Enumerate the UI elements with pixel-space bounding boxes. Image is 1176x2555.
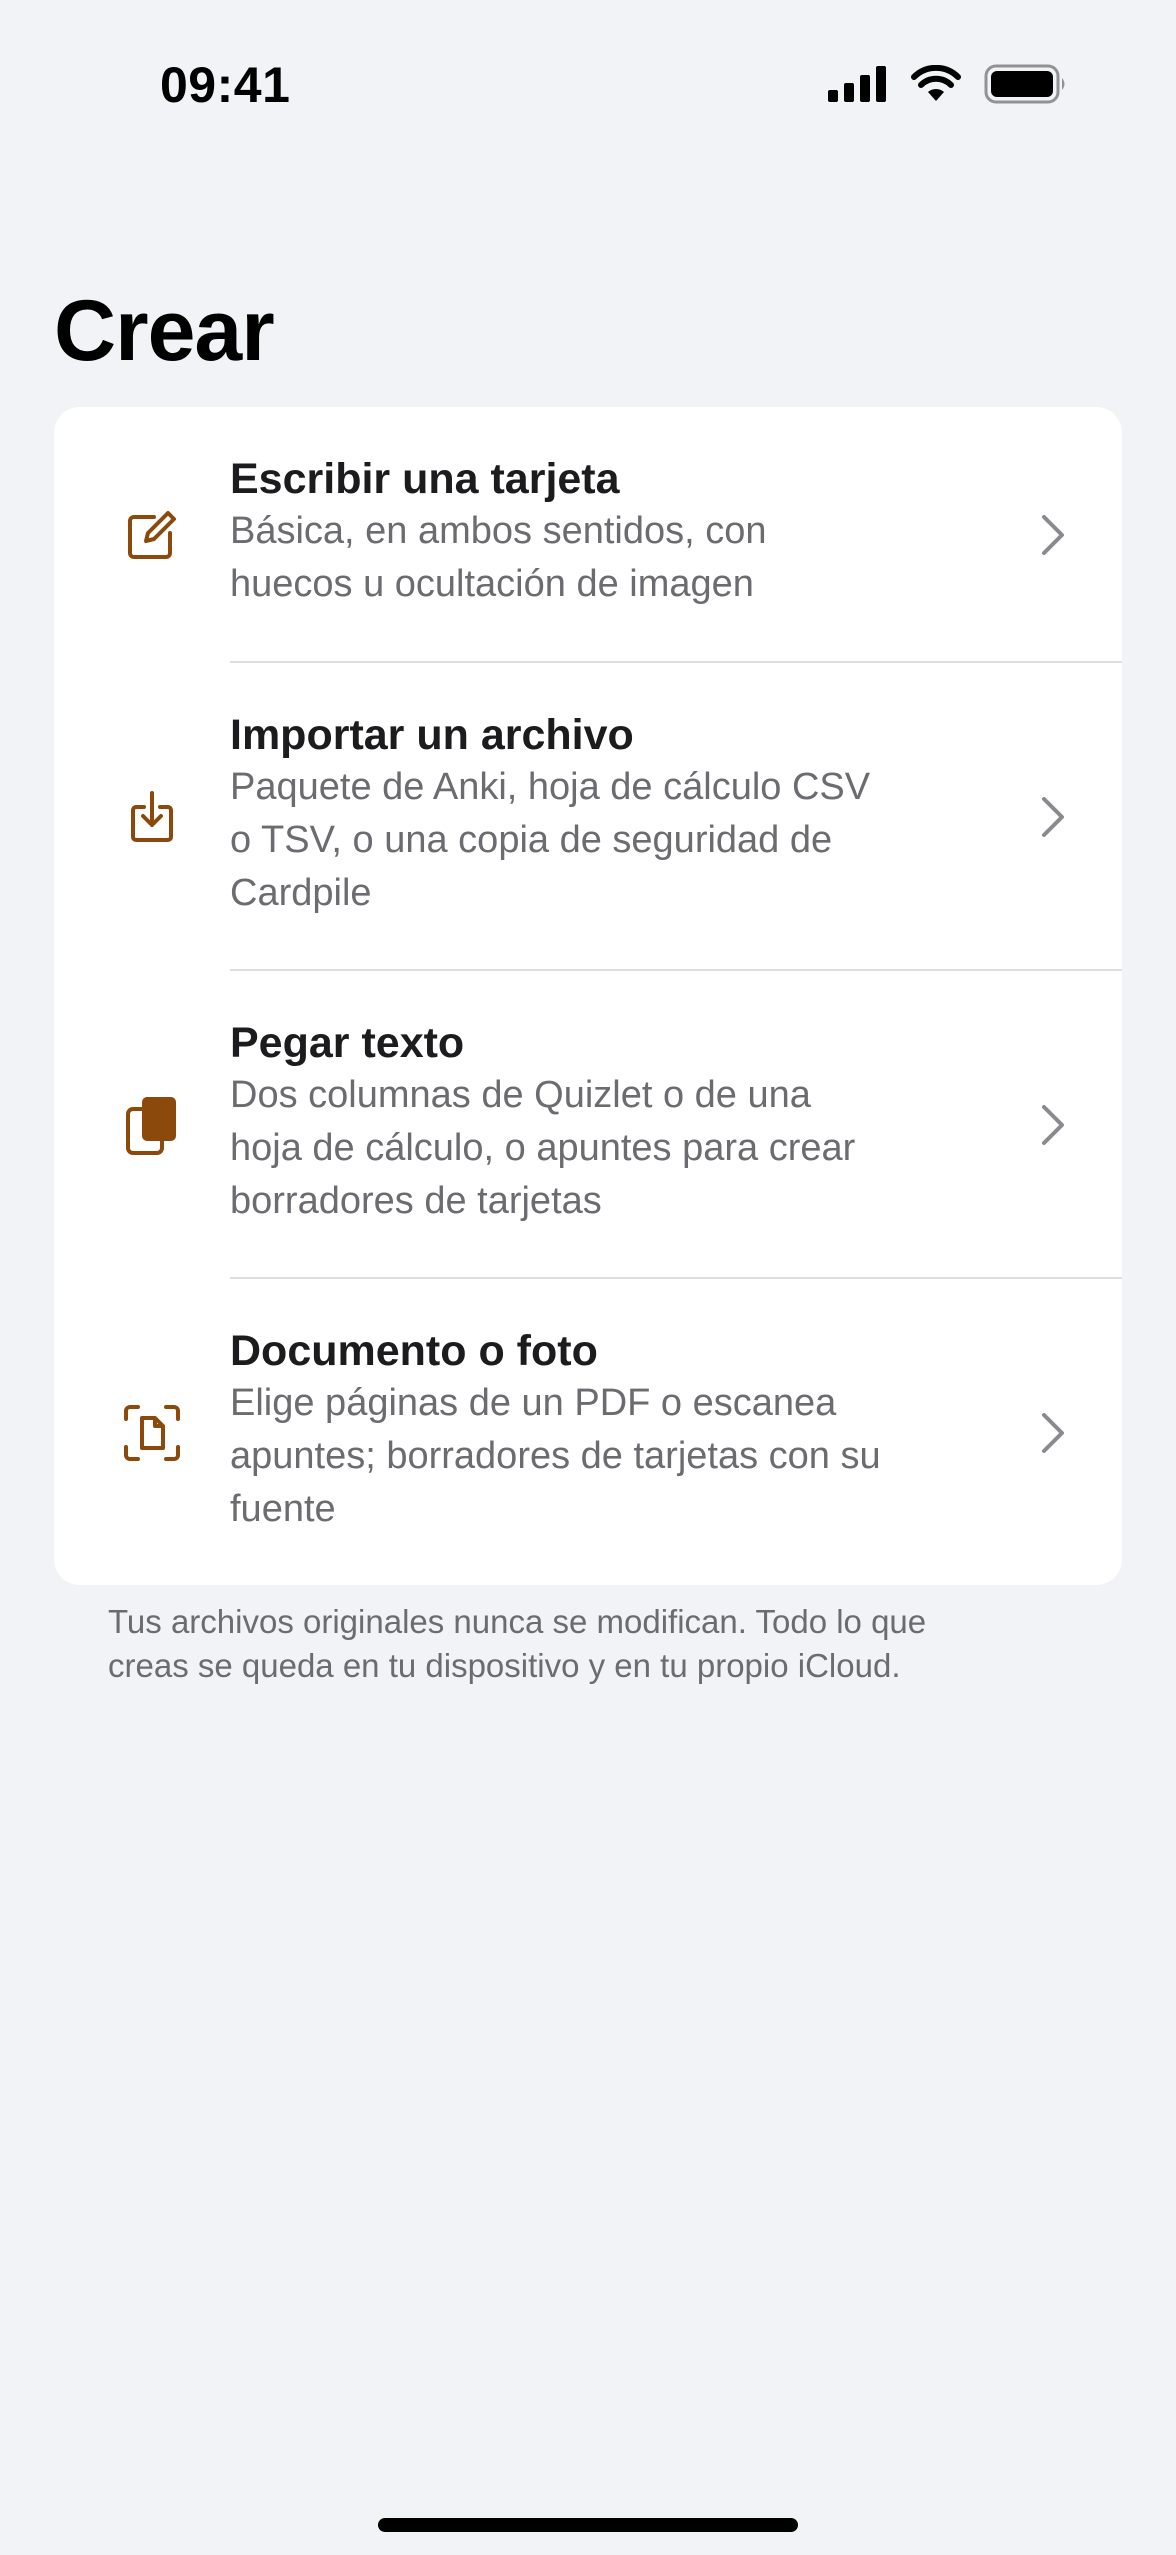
option-subtitle-line: Cardpile bbox=[230, 872, 372, 914]
page-title: Crear bbox=[54, 283, 275, 379]
option-write-card[interactable]: Escribir una tarjeta Básica, en ambos se… bbox=[54, 407, 1122, 661]
chevron-right-icon bbox=[1042, 1413, 1064, 1453]
chevron-right-icon bbox=[1042, 1105, 1064, 1145]
import-icon bbox=[120, 785, 184, 849]
option-text: Importar un archivo Paquete de Anki, hoj… bbox=[230, 709, 1010, 920]
option-title: Documento o foto bbox=[230, 1327, 598, 1375]
option-subtitle-line: apuntes; borradores de tarjetas con su bbox=[230, 1435, 881, 1477]
option-document-photo[interactable]: Documento o foto Elige páginas de un PDF… bbox=[54, 1279, 1122, 1585]
status-icons bbox=[828, 64, 1068, 104]
option-subtitle-line: hoja de cálculo, o apuntes para crear bbox=[230, 1127, 856, 1169]
option-text: Escribir una tarjeta Básica, en ambos se… bbox=[230, 453, 1010, 611]
option-subtitle-line: Elige páginas de un PDF o escanea bbox=[230, 1382, 837, 1424]
status-bar: 09:41 bbox=[0, 0, 1176, 160]
cellular-signal-icon bbox=[828, 66, 886, 102]
option-subtitle-line: huecos u ocultación de imagen bbox=[230, 563, 754, 605]
option-subtitle-line: borradores de tarjetas bbox=[230, 1180, 602, 1222]
document-scan-icon bbox=[120, 1401, 184, 1465]
compose-icon bbox=[120, 503, 184, 567]
option-import-file[interactable]: Importar un archivo Paquete de Anki, hoj… bbox=[54, 663, 1122, 969]
status-time: 09:41 bbox=[160, 57, 291, 113]
home-indicator[interactable] bbox=[378, 2518, 798, 2532]
footer-note-line: creas se queda en tu dispositivo y en tu… bbox=[108, 1647, 901, 1684]
create-options-list: Escribir una tarjeta Básica, en ambos se… bbox=[54, 407, 1122, 1585]
option-subtitle-line: Dos columnas de Quizlet o de una bbox=[230, 1074, 811, 1116]
option-subtitle-line: fuente bbox=[230, 1488, 336, 1530]
chevron-right-icon bbox=[1042, 515, 1064, 555]
option-text: Pegar texto Dos columnas de Quizlet o de… bbox=[230, 1017, 1010, 1228]
option-title: Escribir una tarjeta bbox=[230, 455, 620, 503]
chevron-right-icon bbox=[1042, 797, 1064, 837]
clipboard-icon bbox=[120, 1093, 184, 1157]
footer-note-line: Tus archivos originales nunca se modific… bbox=[108, 1603, 927, 1640]
battery-icon bbox=[984, 64, 1065, 104]
footer-note: Tus archivos originales nunca se modific… bbox=[108, 1600, 1068, 1688]
option-title: Pegar texto bbox=[230, 1019, 465, 1067]
option-title: Importar un archivo bbox=[230, 711, 634, 759]
option-subtitle-line: Paquete de Anki, hoja de cálculo CSV bbox=[230, 766, 871, 808]
option-subtitle-line: Básica, en ambos sentidos, con bbox=[230, 510, 767, 552]
wifi-icon bbox=[911, 65, 961, 101]
option-text: Documento o foto Elige páginas de un PDF… bbox=[230, 1325, 1010, 1536]
option-subtitle-line: o TSV, o una copia de seguridad de bbox=[230, 819, 833, 861]
option-paste-text[interactable]: Pegar texto Dos columnas de Quizlet o de… bbox=[54, 971, 1122, 1277]
